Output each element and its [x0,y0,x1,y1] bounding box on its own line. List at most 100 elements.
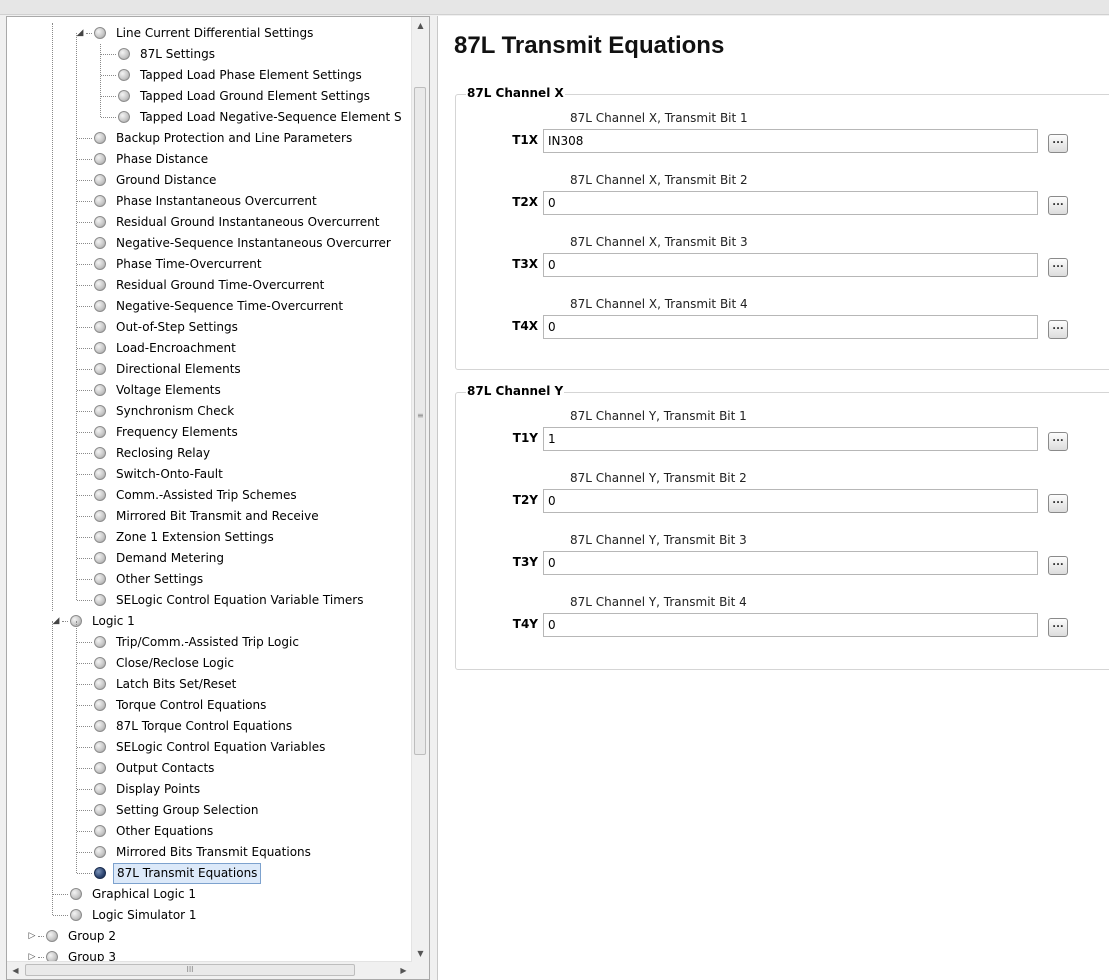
tree-item[interactable]: Phase Time-Overcurrent [7,254,412,275]
equation-input[interactable]: 0 [543,253,1038,277]
tree-item[interactable]: Residual Ground Instantaneous Overcurren… [7,212,412,233]
tree-item-label: Logic Simulator 1 [92,908,197,922]
browse-button[interactable]: ... [1048,196,1068,215]
tree-item[interactable]: ◢ Logic 1 [7,611,412,632]
vertical-scrollbar[interactable]: ▲ ≡ ▼ [411,17,429,962]
tree-item[interactable]: Negative-Sequence Instantaneous Overcurr… [7,233,412,254]
tree-item[interactable]: Negative-Sequence Time-Overcurrent [7,296,412,317]
settings-tree[interactable]: ◢ Line Current Differential Settings 87L S… [6,16,430,980]
tree-connector [77,810,92,811]
node-icon [94,279,106,291]
tree-item-label: Group 2 [68,929,116,943]
tree-item[interactable]: Torque Control Equations [7,695,412,716]
tree-connector [53,915,68,916]
tree-item[interactable]: Close/Reclose Logic [7,653,412,674]
tree-item[interactable]: Other Equations [7,821,412,842]
node-icon [94,846,106,858]
scroll-up-arrow-icon[interactable]: ▲ [412,17,429,34]
tree-item-label: Phase Distance [116,152,209,166]
tree-item[interactable]: SELogic Control Equation Variables [7,737,412,758]
tree-connector [77,789,92,790]
tree-item[interactable]: SELogic Control Equation Variable Timers [7,590,412,611]
tree-connector [77,705,92,706]
scroll-left-arrow-icon[interactable]: ◀ [7,962,24,979]
browse-button[interactable]: ... [1048,320,1068,339]
tree-item[interactable]: ▷ Group 3 [7,947,412,962]
equation-input[interactable]: IN308 [543,129,1038,153]
tree-item-label: Mirrored Bit Transmit and Receive [116,509,319,523]
tree-item[interactable]: Frequency Elements [7,422,412,443]
tree-item[interactable]: Mirrored Bit Transmit and Receive [7,506,412,527]
tree-item[interactable]: Switch-Onto-Fault [7,464,412,485]
tree-item[interactable]: Load-Encroachment [7,338,412,359]
tree-item[interactable]: Graphical Logic 1 [7,884,412,905]
equation-input[interactable]: 0 [543,191,1038,215]
field-caption: 87L Channel X, Transmit Bit 3 [570,235,748,249]
browse-button[interactable]: ... [1048,556,1068,575]
tree-connector [77,558,92,559]
tree-item[interactable]: Out-of-Step Settings [7,317,412,338]
expand-arrow-icon[interactable]: ▷ [26,947,38,962]
tree-item-label: Directional Elements [116,362,241,376]
tree-item[interactable]: Ground Distance [7,170,412,191]
tree-item[interactable]: Tapped Load Phase Element Settings [7,65,412,86]
tree-item[interactable]: Reclosing Relay [7,443,412,464]
horizontal-scrollbar[interactable]: ◀ III ▶ [7,961,412,979]
equation-input[interactable]: 0 [543,551,1038,575]
tree-item[interactable]: Synchronism Check [7,401,412,422]
tree-item[interactable]: Mirrored Bits Transmit Equations [7,842,412,863]
tree-item[interactable]: ◢ Line Current Differential Settings [7,23,412,44]
tree-item-label: SELogic Control Equation Variable Timers [116,593,364,607]
tree-item[interactable]: 87L Transmit Equations [7,863,412,884]
browse-button[interactable]: ... [1048,258,1068,277]
tree-item-label: Negative-Sequence Instantaneous Overcurr… [116,236,391,250]
equation-input[interactable]: 0 [543,315,1038,339]
equation-input[interactable]: 0 [543,489,1038,513]
channel-group: 87L Channel X 87L Channel X, Transmit Bit… [455,86,1109,370]
tree-item[interactable]: Comm.-Assisted Trip Schemes [7,485,412,506]
node-icon [94,384,106,396]
tree-item[interactable]: Demand Metering [7,548,412,569]
tree-item[interactable]: Voltage Elements [7,380,412,401]
vertical-scroll-thumb[interactable]: ≡ [414,87,426,755]
node-icon [94,678,106,690]
scroll-down-arrow-icon[interactable]: ▼ [412,945,429,962]
tree-item-label: Comm.-Assisted Trip Schemes [116,488,297,502]
tree-connector [77,432,92,433]
browse-button[interactable]: ... [1048,134,1068,153]
tree-item[interactable]: Tapped Load Ground Element Settings [7,86,412,107]
tree-item[interactable]: Trip/Comm.-Assisted Trip Logic [7,632,412,653]
tree-item[interactable]: Logic Simulator 1 [7,905,412,926]
node-icon [94,195,106,207]
tree-item[interactable]: Display Points [7,779,412,800]
tree-item[interactable]: Residual Ground Time-Overcurrent [7,275,412,296]
tree-connector [77,390,92,391]
tree-item-label: Zone 1 Extension Settings [116,530,274,544]
browse-button[interactable]: ... [1048,432,1068,451]
tree-item[interactable]: Phase Distance [7,149,412,170]
tree-item[interactable]: Setting Group Selection [7,800,412,821]
tree-item[interactable]: Output Contacts [7,758,412,779]
browse-button[interactable]: ... [1048,494,1068,513]
tree-connector [77,243,92,244]
field-caption: 87L Channel Y, Transmit Bit 1 [570,409,747,423]
node-icon [46,930,58,942]
browse-button[interactable]: ... [1048,618,1068,637]
tree-item[interactable]: Latch Bits Set/Reset [7,674,412,695]
tree-item[interactable]: Phase Instantaneous Overcurrent [7,191,412,212]
tree-item[interactable]: ▷ Group 2 [7,926,412,947]
tree-item[interactable]: Backup Protection and Line Parameters [7,128,412,149]
tree-item-label: Ground Distance [116,173,217,187]
tree-item[interactable]: 87L Settings [7,44,412,65]
tree-item-label: Reclosing Relay [116,446,211,460]
expand-arrow-icon[interactable]: ▷ [26,926,38,947]
horizontal-scroll-thumb[interactable]: III [25,964,355,976]
tree-item[interactable]: 87L Torque Control Equations [7,716,412,737]
tree-item[interactable]: Other Settings [7,569,412,590]
tree-item[interactable]: Directional Elements [7,359,412,380]
tree-item[interactable]: Tapped Load Negative-Sequence Element S [7,107,412,128]
tree-item[interactable]: Zone 1 Extension Settings [7,527,412,548]
equation-input[interactable]: 0 [543,613,1038,637]
scroll-right-arrow-icon[interactable]: ▶ [395,962,412,979]
equation-input[interactable]: 1 [543,427,1038,451]
